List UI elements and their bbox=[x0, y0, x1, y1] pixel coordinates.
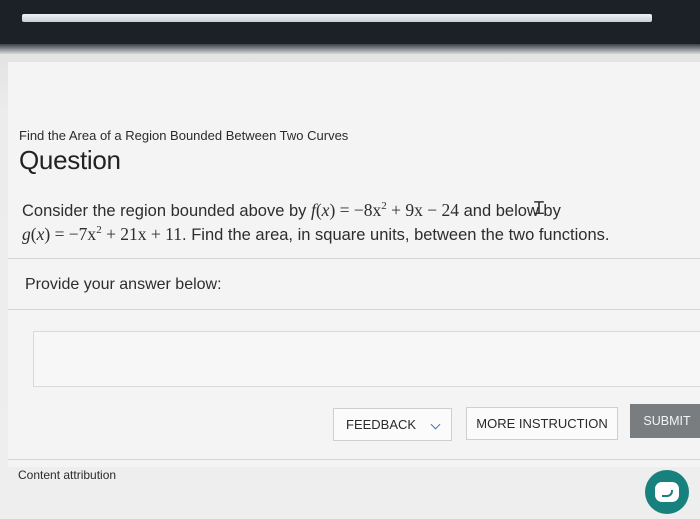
chat-button[interactable] bbox=[645, 470, 689, 514]
feedback-button[interactable]: FEEDBACK bbox=[333, 408, 452, 441]
question-end: . Find the area, in square units, betwee… bbox=[182, 226, 610, 244]
question-line-1: Consider the region bounded above by f(x… bbox=[22, 200, 561, 221]
answer-prompt: Provide your answer below: bbox=[25, 276, 222, 293]
content-attribution-link[interactable]: Content attribution bbox=[18, 468, 116, 482]
question-lead: Consider the region bounded above by bbox=[22, 202, 311, 220]
function-f: f(x) = −8x2 + 9x − 24 bbox=[310, 200, 460, 220]
question-line-2: g(x) = −7x2 + 21x + 11. Find the area, i… bbox=[22, 224, 609, 245]
breadcrumb: Find the Area of a Region Bounded Betwee… bbox=[19, 128, 349, 143]
text-cursor-icon: Ɪ bbox=[534, 198, 545, 219]
feedback-label: FEEDBACK bbox=[346, 417, 417, 432]
chevron-down-icon bbox=[430, 419, 441, 430]
divider bbox=[8, 258, 700, 259]
answer-input[interactable] bbox=[33, 331, 700, 387]
submit-button[interactable]: SUBMIT bbox=[630, 404, 700, 438]
progress-bar bbox=[22, 14, 652, 22]
window-edge bbox=[0, 44, 700, 54]
divider bbox=[8, 459, 700, 460]
divider bbox=[8, 309, 700, 310]
question-mid: and below by bbox=[459, 202, 561, 220]
page-title: Question bbox=[19, 145, 121, 175]
chat-bubble-icon bbox=[655, 482, 679, 502]
more-instruction-button[interactable]: MORE INSTRUCTION bbox=[466, 407, 618, 440]
function-g: g(x) = −7x2 + 21x + 11 bbox=[22, 224, 183, 244]
